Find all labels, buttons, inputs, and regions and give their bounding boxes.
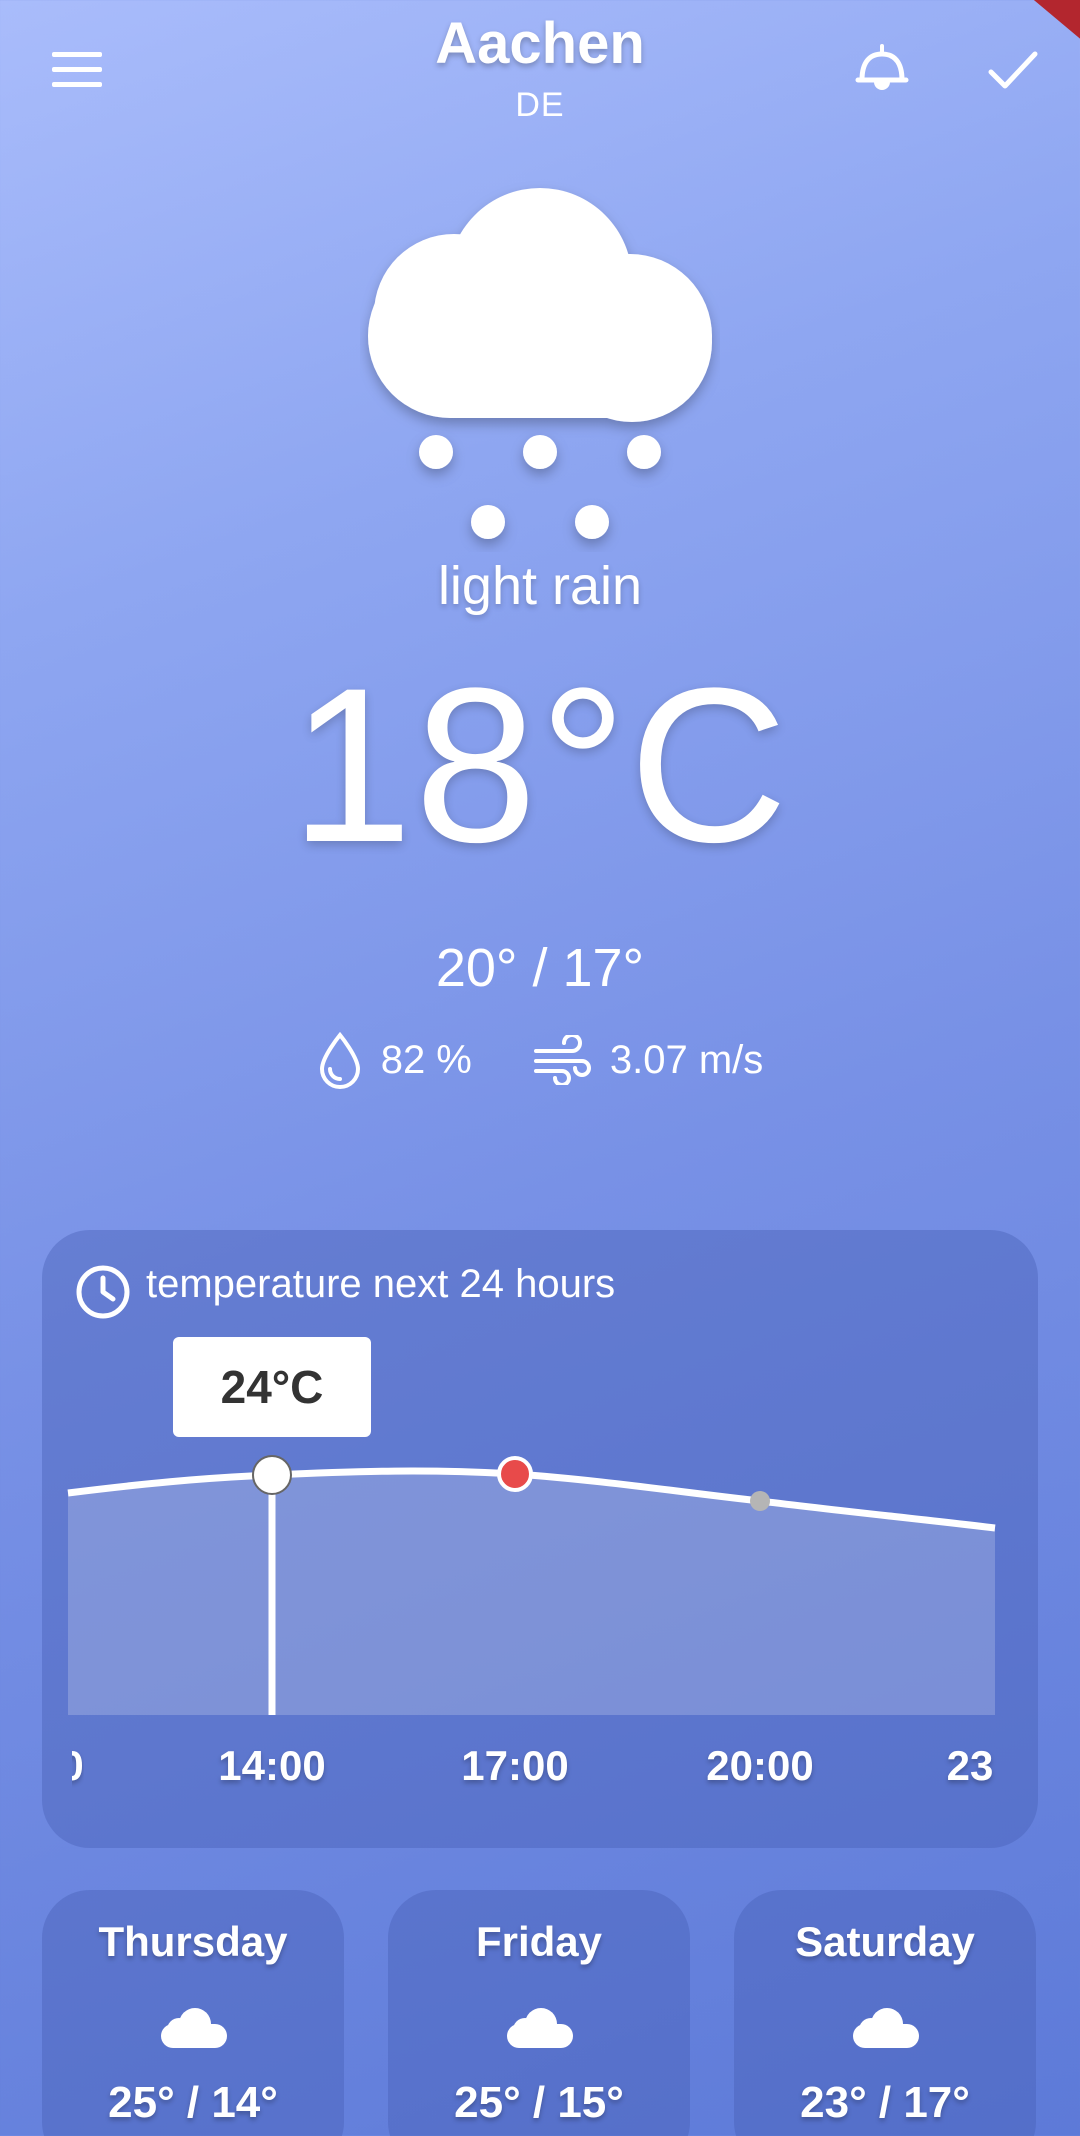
day-temperature: 25° / 14° [108,2078,278,2127]
day-name: Saturday [795,1918,975,1965]
x-axis-label: 23 [946,1742,994,1789]
x-axis-label: 14:00 [218,1742,326,1789]
current-temperature: 18°C [290,642,790,888]
droplet-icon [319,1031,360,1089]
cloud-icon [507,2008,573,2048]
x-axis-label: 17:00 [461,1742,569,1789]
wind-value: 3.07 m/s [609,1037,764,1082]
clock-icon [76,1265,130,1319]
daily-card-friday[interactable]: Friday 25° / 15° [388,1890,690,2136]
humidity-value: 82 % [380,1037,472,1082]
day-temperature: 25° / 15° [454,2078,624,2127]
wind-icon [533,1035,591,1085]
wind-stat: 3.07 m/s [532,1035,763,1085]
cloud-icon [161,2008,227,2048]
weather-stats: 82 % 3.07 m/s [0,1030,1080,1090]
min-max-temperature: 20° / 17° [435,938,645,998]
cloud-icon [853,2008,919,2048]
daily-card-saturday[interactable]: Saturday 23° / 17° [734,1890,1036,2136]
day-name: Friday [475,1918,603,1965]
country-code: DE [515,86,565,124]
chart-tooltip: 24°C [173,1337,371,1437]
day-name: Thursday [98,1918,288,1965]
top-bar: Aachen DE [0,0,1080,140]
check-icon[interactable] [985,42,1041,98]
bell-icon[interactable] [852,40,912,100]
humidity-stat: 82 % [317,1031,472,1089]
x-axis-label: 20:00 [706,1742,814,1789]
rain-cloud-icon [360,172,720,552]
daily-card-thursday[interactable]: Thursday 25° / 14° [42,1890,344,2136]
city-name: Aachen [435,11,645,76]
hourly-title: temperature next 24 hours [146,1262,616,1306]
day-temperature: 23° / 17° [800,2078,970,2127]
weather-description: light rain [437,556,643,616]
